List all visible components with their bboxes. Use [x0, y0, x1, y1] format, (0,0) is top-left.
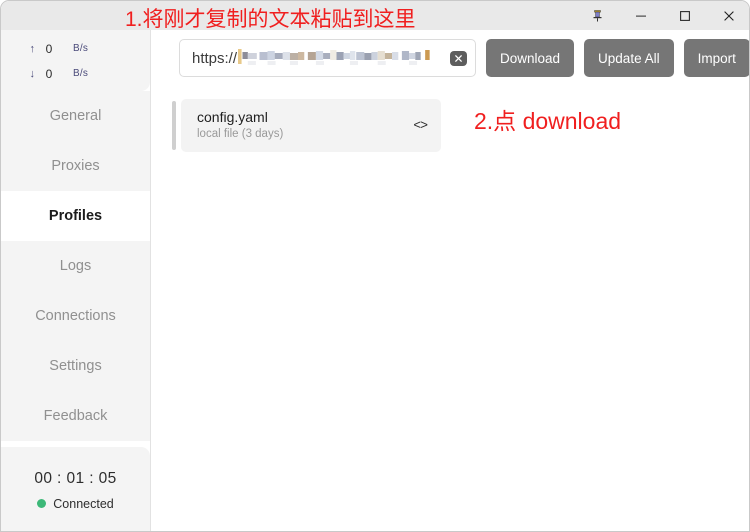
traffic-stats: ↑ 0 B/s ↓ 0 B/s	[1, 30, 150, 91]
connection-status: 00 : 01 : 05 Connected	[1, 447, 150, 531]
redacted-url-mosaic	[238, 49, 430, 65]
profile-subtitle: local file (3 days)	[197, 128, 284, 140]
status-badge: Connected	[37, 496, 114, 511]
profiles-toolbar: https:// Download Update All Import	[151, 30, 749, 77]
close-icon	[454, 54, 463, 62]
maximize-button[interactable]	[663, 1, 707, 30]
update-all-button[interactable]: Update All	[584, 39, 674, 77]
sidebar-item-proxies[interactable]: Proxies	[1, 141, 150, 191]
app-window: ↑ 0 B/s ↓ 0 B/s General Proxies Profiles…	[0, 0, 750, 532]
upload-value: 0	[45, 41, 53, 56]
main-content: https:// Download Update All Import conf…	[151, 30, 749, 531]
uptime-timer: 00 : 01 : 05	[34, 469, 117, 487]
title-bar	[1, 1, 749, 30]
import-button[interactable]: Import	[683, 39, 749, 77]
sidebar-item-label: Settings	[49, 358, 102, 374]
minimize-icon	[636, 15, 646, 17]
close-icon	[724, 10, 734, 21]
status-label: Connected	[53, 496, 114, 511]
sidebar-item-label: Profiles	[48, 208, 103, 224]
profile-accent-bar	[172, 101, 176, 150]
pin-icon	[593, 9, 601, 21]
profile-info: config.yaml local file (3 days)	[197, 109, 413, 142]
sidebar-item-label: Feedback	[43, 408, 108, 424]
upload-unit: B/s	[73, 43, 89, 54]
sidebar-item-general[interactable]: General	[1, 91, 150, 141]
sidebar-item-label: Logs	[59, 258, 92, 274]
upload-arrow-icon: ↑	[29, 42, 36, 55]
sidebar-item-label: Connections	[35, 308, 116, 324]
profile-name: config.yaml	[197, 109, 268, 125]
maximize-icon	[680, 10, 690, 21]
sidebar-item-settings[interactable]: Settings	[1, 341, 150, 391]
close-button[interactable]	[707, 1, 749, 30]
download-button[interactable]: Download	[486, 39, 575, 77]
download-traffic-row: ↓ 0 B/s	[1, 61, 150, 86]
download-arrow-icon: ↓	[29, 67, 36, 80]
url-scheme-text: https://	[192, 49, 238, 67]
sidebar-nav: General Proxies Profiles Logs Connection…	[1, 91, 150, 441]
sidebar-item-label: General	[49, 108, 102, 124]
profile-card[interactable]: config.yaml local file (3 days) <>	[172, 99, 441, 152]
pin-button[interactable]	[575, 1, 619, 30]
download-unit: B/s	[73, 68, 89, 79]
minimize-button[interactable]	[619, 1, 663, 30]
sidebar-item-profiles[interactable]: Profiles	[1, 191, 150, 241]
code-icon[interactable]: <>	[413, 118, 428, 133]
sidebar-item-connections[interactable]: Connections	[1, 291, 150, 341]
sidebar: ↑ 0 B/s ↓ 0 B/s General Proxies Profiles…	[1, 30, 151, 531]
clear-url-button[interactable]	[450, 50, 467, 66]
sidebar-item-label: Proxies	[51, 158, 100, 174]
status-dot-icon	[37, 499, 47, 508]
download-value: 0	[45, 66, 53, 81]
sidebar-item-feedback[interactable]: Feedback	[1, 391, 150, 441]
sidebar-item-logs[interactable]: Logs	[1, 241, 150, 291]
profile-list: config.yaml local file (3 days) <>	[151, 77, 749, 152]
profile-url-input[interactable]: https://	[179, 39, 476, 77]
upload-traffic-row: ↑ 0 B/s	[1, 36, 150, 61]
